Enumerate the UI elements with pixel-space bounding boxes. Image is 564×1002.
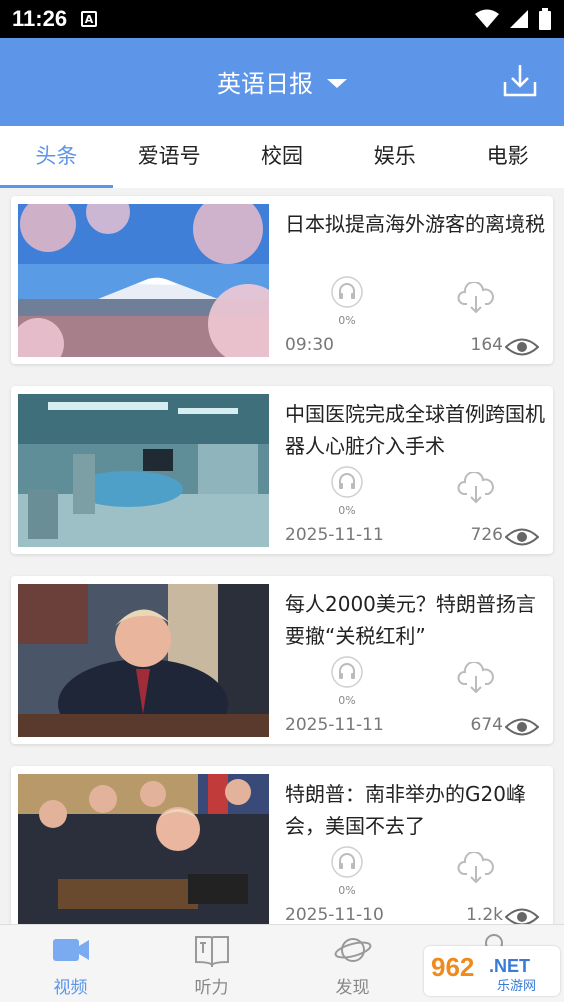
article-date: 2025-11-11 [285, 525, 384, 545]
cloud-download-icon[interactable] [457, 662, 495, 694]
nav-discover[interactable]: 发现 [282, 925, 423, 1002]
view-count: 1.2k [466, 905, 503, 924]
eye-icon [505, 528, 539, 546]
category-tabs: 头条 爱语号 校园 娱乐 电影 [0, 126, 564, 188]
article-date: 2025-11-11 [285, 715, 384, 735]
article-title: 每人2000美元？特朗普扬言要撤“关税红利” [285, 592, 536, 648]
article-title: 特朗普：南非举办的G20峰会，美国不去了 [285, 782, 526, 838]
article-card[interactable]: 每人2000美元？特朗普扬言要撤“关税红利” 0% 2025-11-11 674 [11, 576, 553, 744]
nav-label: 听力 [194, 978, 229, 998]
article-date: 2025-11-10 [285, 905, 384, 924]
view-count: 674 [470, 715, 503, 735]
nav-video[interactable]: 视频 [0, 925, 141, 1002]
watermark-domain: .NET [489, 956, 530, 976]
article-thumbnail [18, 584, 269, 737]
watermark-site: 乐游网 [497, 979, 536, 994]
tab-movies[interactable]: 电影 [451, 126, 564, 188]
article-date: 09:30 [285, 335, 334, 355]
view-count: 726 [470, 525, 503, 545]
cloud-download-icon[interactable] [457, 472, 495, 504]
watermark-brand: 962 [431, 952, 474, 982]
header-title: 英语日报 [217, 70, 313, 98]
tab-headlines[interactable]: 头条 [0, 126, 113, 188]
article-card[interactable]: 中国医院完成全球首例跨国机器人心脏介入手术 0% 2025-11-11 726 [11, 386, 553, 554]
status-bar: 11:26 A [0, 0, 564, 38]
article-title: 中国医院完成全球首例跨国机器人心脏介入手术 [285, 402, 545, 458]
listen-progress: 0% [338, 314, 356, 327]
watermark-logo: 962 .NET 乐游网 [431, 952, 536, 994]
nav-label: 发现 [335, 978, 370, 998]
listen-progress: 0% [338, 694, 356, 707]
listen-progress: 0% [338, 884, 356, 897]
video-camera-icon [52, 939, 89, 961]
headphones-icon[interactable] [331, 276, 363, 308]
article-feed: 日本拟提高海外游客的离境税 0% 09:30 164 中国医院完成全球首例跨国机… [0, 188, 564, 924]
article-title: 日本拟提高海外游客的离境税 [285, 212, 545, 236]
status-icons [474, 8, 552, 30]
signal-icon [510, 10, 528, 28]
download-icon[interactable] [502, 62, 538, 98]
channel-selector[interactable]: 英语日报 [0, 64, 564, 99]
caret-down-icon [327, 78, 347, 88]
battery-icon [539, 8, 551, 30]
view-count: 164 [470, 335, 503, 355]
headphones-icon[interactable] [331, 656, 363, 688]
tab-entertainment[interactable]: 娱乐 [338, 126, 451, 188]
headphones-icon[interactable] [331, 846, 363, 878]
wifi-icon [475, 9, 499, 28]
article-thumbnail [18, 394, 269, 547]
article-card[interactable]: 特朗普：南非举办的G20峰会，美国不去了 0% 2025-11-10 1.2k [11, 766, 553, 924]
book-icon [194, 936, 229, 967]
site-watermark: 962 .NET 乐游网 [424, 946, 560, 996]
nav-label: 视频 [53, 978, 88, 998]
tab-aiyuhao[interactable]: 爱语号 [113, 126, 226, 188]
nav-listening[interactable]: 听力 [141, 925, 282, 1002]
eye-icon [505, 338, 539, 356]
article-thumbnail [18, 774, 269, 924]
status-time: 11:26 [12, 6, 68, 31]
article-card[interactable]: 日本拟提高海外游客的离境税 0% 09:30 164 [11, 196, 553, 364]
eye-icon [505, 718, 539, 736]
app-header: 英语日报 [0, 38, 564, 126]
listen-progress: 0% [338, 504, 356, 517]
headphones-icon[interactable] [331, 466, 363, 498]
tab-campus[interactable]: 校园 [226, 126, 339, 188]
article-thumbnail [18, 204, 269, 357]
cloud-download-icon[interactable] [457, 852, 495, 884]
cloud-download-icon[interactable] [457, 282, 495, 314]
eye-icon [505, 908, 539, 924]
a-icon: A [81, 11, 98, 27]
planet-icon [334, 938, 371, 962]
